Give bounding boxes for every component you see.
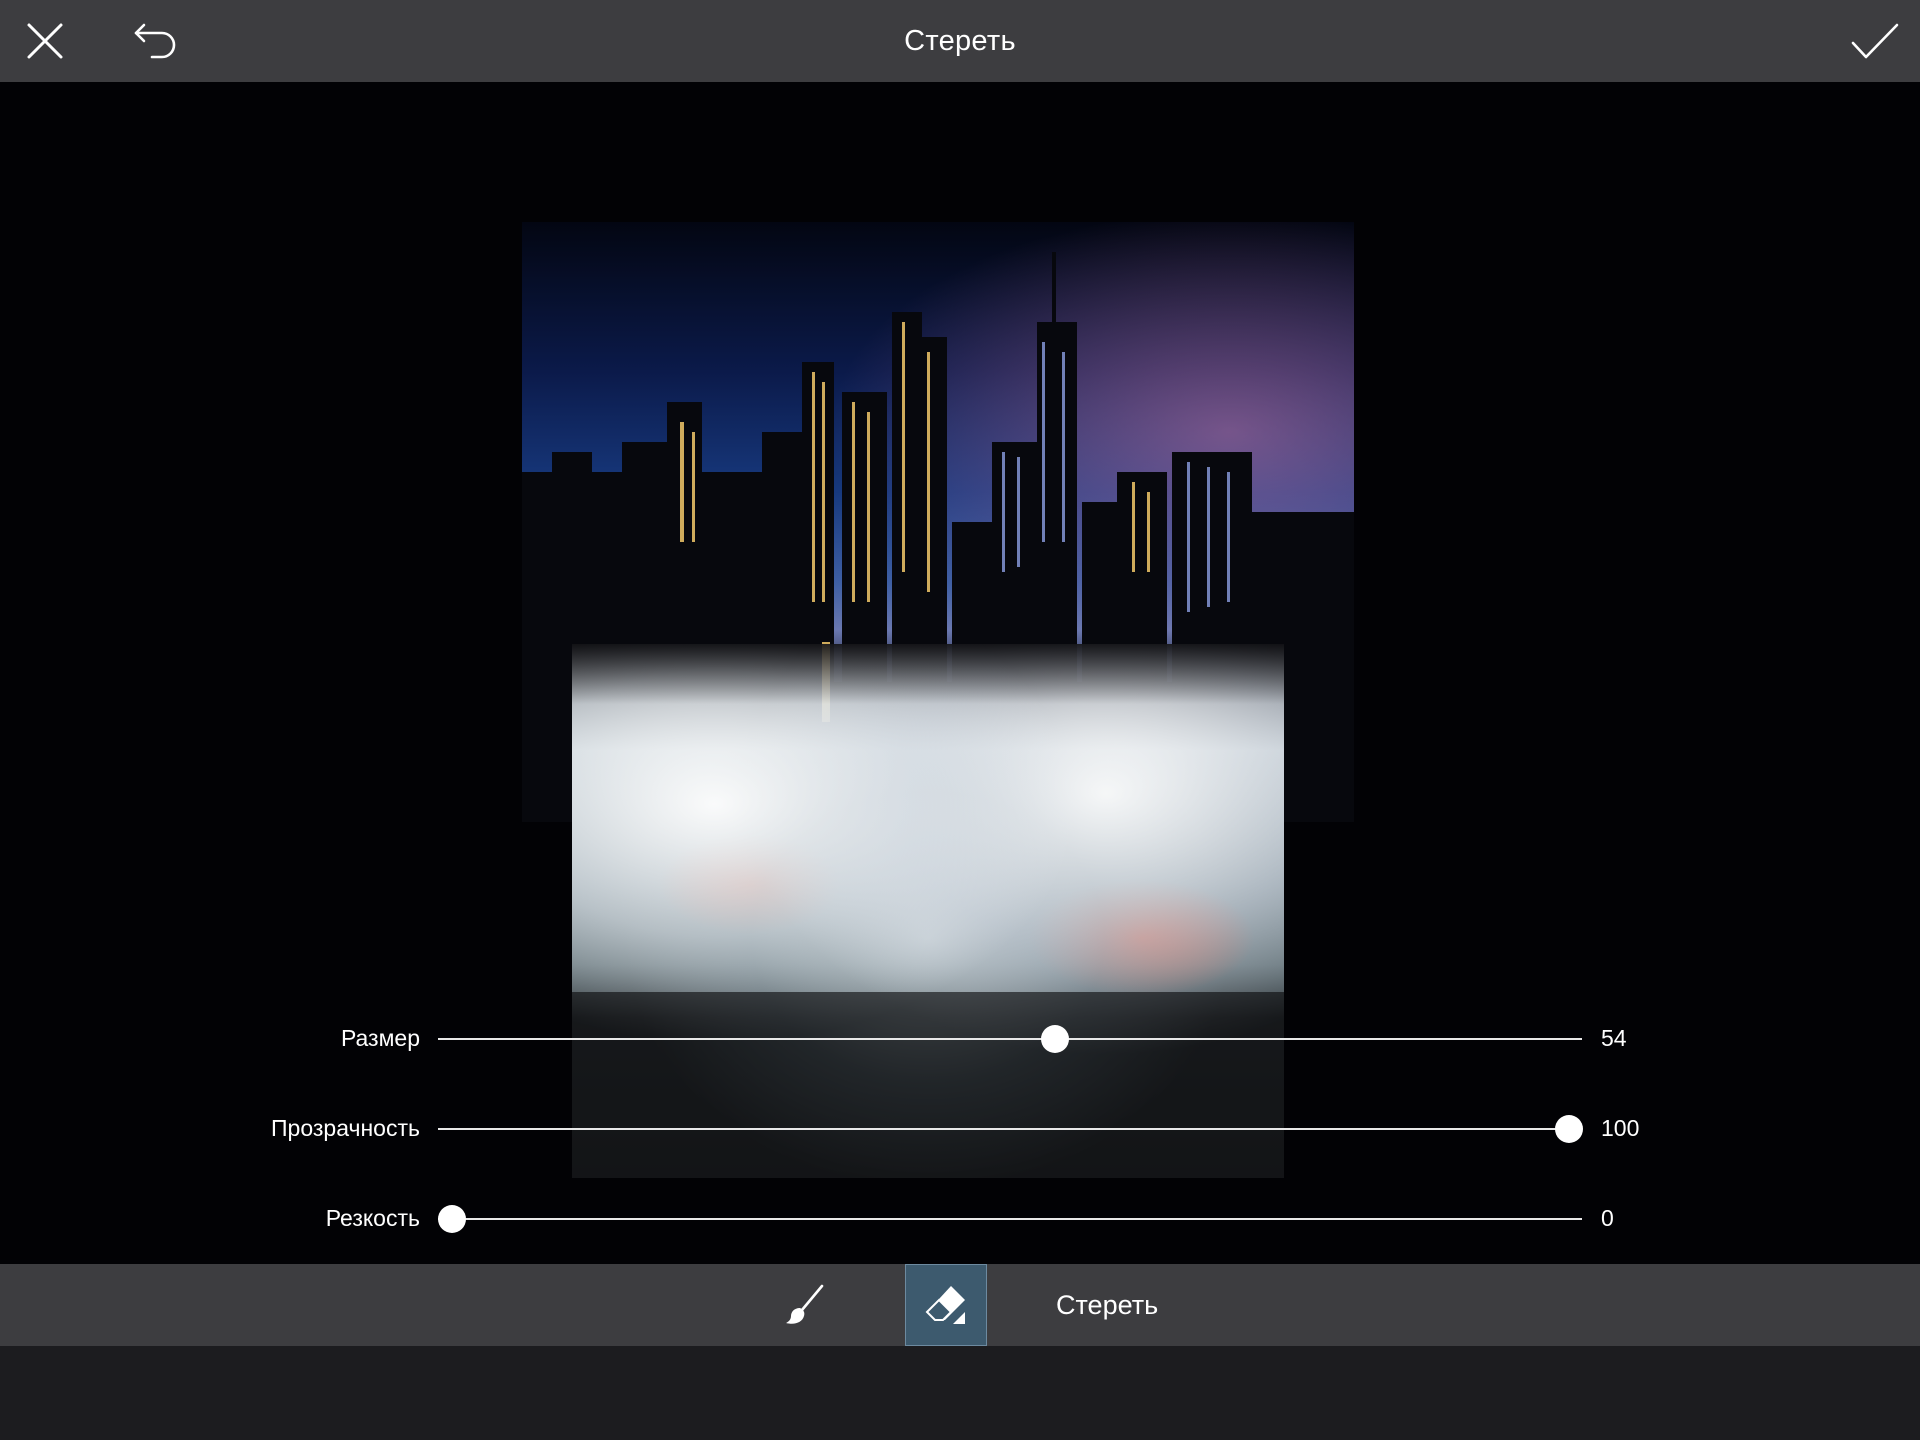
checkmark-icon [1851,23,1899,59]
hardness-slider-thumb[interactable] [438,1205,466,1233]
hardness-slider-value: 0 [1601,1205,1614,1231]
bottom-toolbar: Стереть [0,1264,1920,1346]
page-title: Стереть [904,24,1016,57]
apply-button[interactable] [1830,0,1920,82]
footer-area [0,1346,1920,1440]
close-icon [27,23,63,59]
opacity-slider-track[interactable] [438,1128,1582,1130]
opacity-slider-thumb[interactable] [1555,1115,1583,1143]
size-slider-row: Размер 54 [0,1019,1920,1059]
size-slider-track[interactable] [438,1038,1582,1040]
hardness-slider-label: Резкость [325,1205,420,1231]
hardness-slider-row: Резкость 0 [0,1199,1920,1239]
brush-icon [786,1284,824,1324]
eraser-tool-button[interactable] [905,1264,987,1346]
opacity-slider-label: Прозрачность [271,1115,420,1141]
opacity-slider-row: Прозрачность 100 [0,1109,1920,1149]
editor-canvas[interactable] [0,82,1920,1264]
opacity-slider-value: 100 [1601,1115,1640,1141]
hardness-slider-track[interactable] [438,1218,1582,1220]
size-slider-thumb[interactable] [1041,1025,1070,1053]
active-tool-label: Стереть [1056,1290,1159,1320]
size-slider-value: 54 [1601,1025,1627,1051]
top-bar: Стереть [0,0,1920,82]
brush-tool-button[interactable] [764,1264,846,1346]
fog-overlay-layer [572,644,1284,1178]
close-button[interactable] [0,0,90,82]
undo-button[interactable] [110,0,200,82]
undo-icon [134,23,176,59]
size-slider-label: Размер [340,1025,420,1051]
eraser-icon [925,1286,965,1324]
